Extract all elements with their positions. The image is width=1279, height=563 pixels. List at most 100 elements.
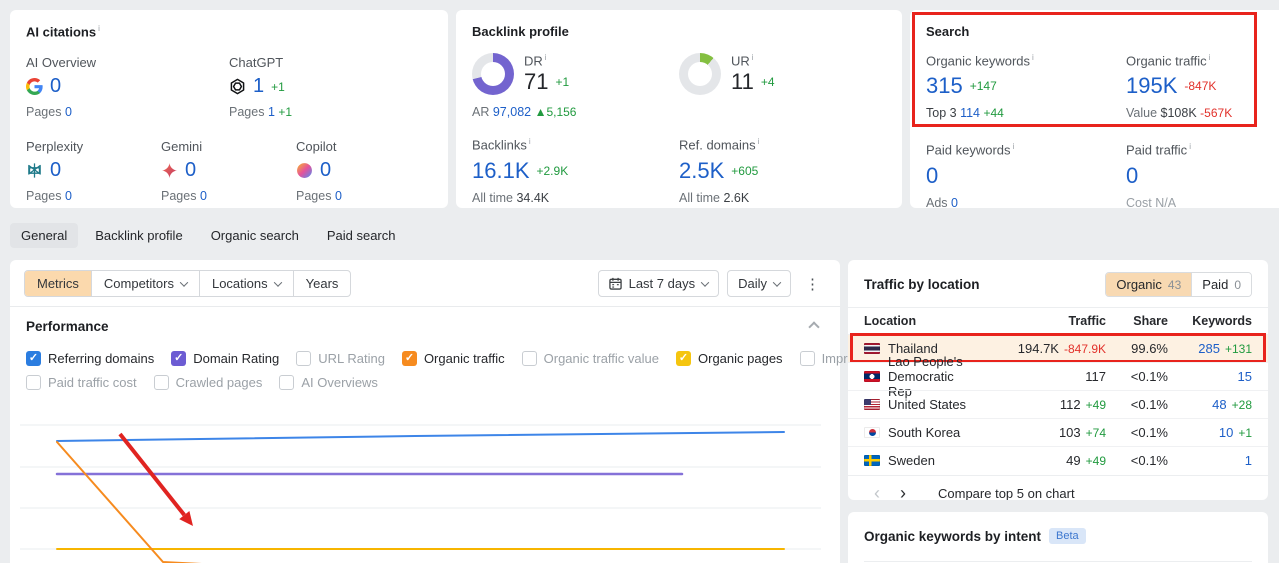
next-page-icon[interactable]: ›	[890, 484, 916, 500]
pages-value[interactable]: 0	[65, 189, 72, 203]
checkbox-label: AI Overviews	[301, 375, 378, 390]
location-row-sweden[interactable]: Sweden 49 +49 <0.1% 1	[848, 446, 1268, 474]
info-icon[interactable]: i	[1013, 142, 1015, 151]
info-icon[interactable]: i	[1189, 142, 1191, 151]
pages-value[interactable]: 0	[65, 105, 72, 119]
pages-value[interactable]: 1	[268, 105, 275, 119]
checkbox-ai-overviews[interactable]: AI Overviews	[279, 375, 378, 390]
checkbox-paid-traffic-cost[interactable]: Paid traffic cost	[26, 375, 137, 390]
ai-citations-card: AI citations i AI Overview 0 Pages 0 Chat…	[10, 10, 448, 208]
checkbox-icon[interactable]	[153, 375, 169, 390]
info-icon[interactable]: i	[1032, 53, 1034, 62]
checkbox-label: Organic pages	[698, 351, 783, 366]
location-row-south-korea[interactable]: South Korea 103 +74 <0.1% 10 +1	[848, 418, 1268, 446]
tab-paid-search[interactable]: Paid search	[316, 223, 407, 248]
info-icon[interactable]: i	[758, 137, 760, 146]
paid-keywords-value[interactable]: 0	[926, 163, 938, 189]
dr-metric: DR i 71 +1 AR 97,082 ▲5,156	[472, 53, 577, 120]
ar-value[interactable]: 97,082	[493, 105, 531, 119]
share-value: <0.1%	[1130, 453, 1168, 468]
gemini-value[interactable]: 0	[185, 159, 196, 182]
keywords-value[interactable]: 10 +1	[1168, 425, 1252, 440]
overview-cards-row: AI citations i AI Overview 0 Pages 0 Chat…	[0, 0, 1279, 210]
backlinks-alltime: 34.4K	[516, 190, 550, 205]
checkbox-crawled-pages[interactable]: Crawled pages	[153, 375, 262, 390]
more-options-icon[interactable]: ⋮	[799, 273, 826, 295]
tab-organic-search[interactable]: Organic search	[200, 223, 310, 248]
checkbox-icon[interactable]	[279, 375, 295, 390]
checkbox-organic-traffic[interactable]: Organic traffic	[401, 351, 505, 366]
ai-overview-value[interactable]: 0	[50, 75, 61, 98]
section-tabs: General Backlink profile Organic search Pai…	[0, 208, 1279, 250]
top3-value[interactable]: 114	[960, 106, 980, 120]
pages-value[interactable]: 0	[200, 189, 207, 203]
keywords-value[interactable]: 15	[1168, 369, 1252, 384]
granularity-button[interactable]: Daily	[727, 270, 791, 297]
checkbox-icon[interactable]	[799, 351, 815, 366]
tab-general[interactable]: General	[10, 222, 79, 248]
date-range-button[interactable]: Last 7 days	[597, 270, 720, 297]
checkbox-organic-traffic-value[interactable]: Organic traffic value	[521, 351, 659, 366]
checkbox-icon[interactable]	[26, 375, 41, 390]
compare-top5-link[interactable]: Compare top 5 on chart	[938, 486, 1075, 501]
metrics-button[interactable]: Metrics	[25, 271, 91, 296]
collapse-chevron-icon[interactable]	[808, 320, 820, 333]
checkbox-organic-pages[interactable]: Organic pages	[676, 351, 783, 366]
performance-chart-svg	[20, 424, 821, 563]
info-icon[interactable]: i	[98, 24, 100, 33]
pages-value[interactable]: 0	[335, 189, 342, 203]
checkbox-icon[interactable]	[296, 351, 312, 366]
backlinks-value[interactable]: 16.1K	[472, 158, 530, 184]
organic-traffic-value[interactable]: 195K	[1126, 73, 1177, 99]
checkbox-icon[interactable]	[171, 351, 187, 366]
performance-title: Performance	[26, 319, 109, 334]
ai-citations-title: AI citations	[26, 24, 97, 40]
ur-metric: UR i 11 +4	[679, 53, 886, 119]
location-table-footer: ‹ › Compare top 5 on chart	[848, 475, 1268, 500]
info-icon[interactable]: i	[752, 53, 754, 62]
keywords-value[interactable]: 1	[1168, 453, 1252, 468]
ref-domains-delta: +605	[731, 163, 759, 178]
pages-label: Pages	[161, 189, 197, 204]
prev-page-icon[interactable]: ‹	[864, 484, 890, 500]
perplexity-value[interactable]: 0	[50, 159, 61, 182]
info-icon[interactable]: i	[545, 53, 547, 62]
info-icon[interactable]: i	[529, 137, 531, 146]
checkbox-url-rating[interactable]: URL Rating	[296, 351, 385, 366]
info-icon[interactable]: i	[1209, 53, 1211, 62]
location-row-united-states[interactable]: United States 112 +49 <0.1% 48 +28	[848, 390, 1268, 418]
calendar-icon	[608, 277, 622, 290]
toggle-paid[interactable]: Paid 0	[1191, 273, 1251, 296]
performance-chart[interactable]	[15, 402, 840, 563]
checkbox-icon[interactable]	[676, 351, 691, 366]
chevron-down-icon	[772, 277, 782, 287]
toggle-organic[interactable]: Organic 43	[1106, 273, 1192, 296]
paid-traffic-value[interactable]: 0	[1126, 163, 1138, 189]
checkbox-icon[interactable]	[26, 351, 41, 366]
organic-keywords-value[interactable]: 315	[926, 73, 963, 99]
ref-domains-value[interactable]: 2.5K	[679, 158, 724, 184]
organic-traffic-delta: -847K	[1184, 79, 1217, 94]
ads-value[interactable]: 0	[951, 196, 958, 210]
dr-donut	[472, 53, 514, 95]
keywords-value[interactable]: 48 +28	[1168, 397, 1252, 412]
checkbox-icon[interactable]	[401, 351, 417, 366]
organic-paid-toggle: Organic 43 Paid 0	[1105, 272, 1252, 297]
copilot-value[interactable]: 0	[320, 159, 331, 182]
competitors-button[interactable]: Competitors	[90, 271, 199, 296]
checkbox-referring-domains[interactable]: Referring domains	[26, 351, 154, 366]
location-name: United States	[888, 397, 967, 412]
chatgpt-value[interactable]: 1	[253, 75, 264, 98]
checkbox-icon[interactable]	[521, 351, 537, 366]
se-flag-icon	[864, 455, 880, 466]
checkbox-domain-rating[interactable]: Domain Rating	[171, 351, 279, 366]
tab-backlink-profile[interactable]: Backlink profile	[84, 223, 193, 248]
ar-delta: ▲5,156	[534, 105, 577, 120]
location-row-lao-people-s-democratic-rep[interactable]: Lao People's Democratic Rep 117 <0.1% 15	[848, 354, 1268, 399]
keywords-value[interactable]: 285 +131	[1168, 341, 1252, 356]
years-button[interactable]: Years	[292, 271, 351, 296]
location-table-body: Thailand 194.7K -847.9K 99.6% 285 +131 Lao Peo…	[848, 333, 1268, 474]
traffic-value-amount: $108K	[1160, 106, 1197, 121]
locations-button[interactable]: Locations	[198, 271, 293, 296]
pages-label: Pages	[26, 189, 62, 204]
